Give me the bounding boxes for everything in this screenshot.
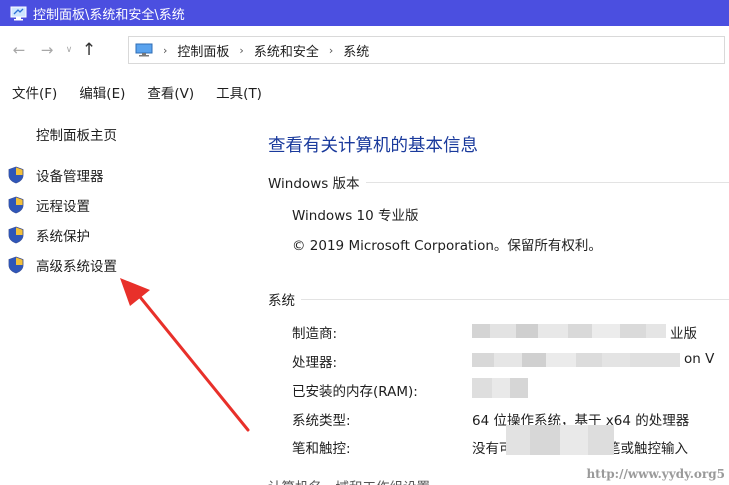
menu-view[interactable]: 查看(V) — [135, 82, 204, 102]
sidebar-item-system-protection[interactable]: 系统保护 — [8, 224, 90, 246]
redacted-value — [472, 323, 666, 338]
section-system: 系统 — [268, 289, 729, 309]
up-button[interactable]: ↑ — [78, 38, 100, 62]
next-section-title-partial: 计算机名、域和工作组设置 — [268, 476, 468, 485]
menu-tools[interactable]: 工具(T) — [204, 82, 272, 102]
sidebar-item-label: 系统保护 — [36, 229, 90, 245]
sidebar-item-device-manager[interactable]: 设备管理器 — [8, 164, 104, 186]
info-row-pen-touch: 笔和触控: — [292, 437, 472, 457]
page-title: 查看有关计算机的基本信息 — [268, 136, 478, 156]
section-title: 系统 — [268, 293, 295, 309]
copyright-text: © 2019 Microsoft Corporation。保留所有权利。 — [292, 238, 602, 254]
sidebar-item-remote-settings[interactable]: 远程设置 — [8, 194, 90, 216]
breadcrumb-system-security[interactable]: 系统和安全 — [254, 41, 319, 60]
recent-locations-dropdown[interactable]: ∨ — [62, 38, 76, 62]
title-bar: 控制面板\系统和安全\系统 — [0, 0, 729, 26]
uac-shield-icon — [8, 196, 24, 214]
breadcrumb-control-panel[interactable]: 控制面板 — [177, 41, 229, 60]
forward-button[interactable]: → — [36, 38, 58, 62]
window-title: 控制面板\系统和安全\系统 — [33, 7, 185, 23]
redacted-value — [506, 425, 614, 455]
info-label: 系统类型: — [292, 413, 351, 429]
sidebar-item-label: 设备管理器 — [36, 169, 104, 185]
uac-shield-icon — [8, 166, 24, 184]
computer-icon — [10, 6, 27, 20]
info-row-manufacturer: 制造商: — [292, 322, 472, 342]
menu-bar: 文件(F) 编辑(E) 查看(V) 工具(T) — [0, 80, 272, 104]
address-box[interactable]: › 控制面板 › 系统和安全 › 系统 — [128, 36, 725, 64]
redacted-value — [472, 352, 680, 367]
menu-file[interactable]: 文件(F) — [0, 82, 67, 102]
windows-edition: Windows 10 专业版 — [292, 208, 419, 224]
menu-edit[interactable]: 编辑(E) — [67, 82, 135, 102]
section-divider — [301, 298, 729, 300]
address-bar-row: ← → ∨ ↑ › 控制面板 › 系统和安全 › 系统 — [0, 32, 729, 68]
info-value: 业版 — [670, 326, 697, 342]
section-windows-edition: Windows 版本 — [268, 172, 729, 192]
section-divider — [365, 181, 729, 183]
watermark: http://www.yydy.org5 — [586, 467, 725, 481]
sidebar-item-label: 远程设置 — [36, 199, 90, 215]
annotation-arrow — [120, 278, 250, 432]
info-label: 处理器: — [292, 355, 338, 371]
info-label: 制造商: — [292, 326, 338, 342]
sidebar-item-label: 高级系统设置 — [36, 259, 117, 275]
redacted-value — [472, 378, 528, 398]
breadcrumb-separator: › — [163, 43, 168, 57]
computer-icon — [135, 43, 153, 57]
info-row-ram: 已安装的内存(RAM): — [292, 380, 472, 400]
info-row-system-type: 系统类型: — [292, 409, 472, 429]
info-value: on V — [684, 351, 715, 367]
section-title: Windows 版本 — [268, 176, 360, 192]
info-row-processor: 处理器: — [292, 351, 472, 371]
uac-shield-icon — [8, 256, 24, 274]
info-label: 笔和触控: — [292, 441, 351, 457]
uac-shield-icon — [8, 226, 24, 244]
breadcrumb-separator: › — [328, 43, 334, 57]
breadcrumb-system[interactable]: 系统 — [343, 41, 369, 60]
info-label: 已安装的内存(RAM): — [292, 384, 418, 400]
sidebar-item-advanced-system-settings[interactable]: 高级系统设置 — [8, 254, 117, 276]
breadcrumb-separator: › — [239, 43, 244, 57]
back-button[interactable]: ← — [8, 38, 30, 62]
control-panel-home-link[interactable]: 控制面板主页 — [36, 124, 117, 144]
